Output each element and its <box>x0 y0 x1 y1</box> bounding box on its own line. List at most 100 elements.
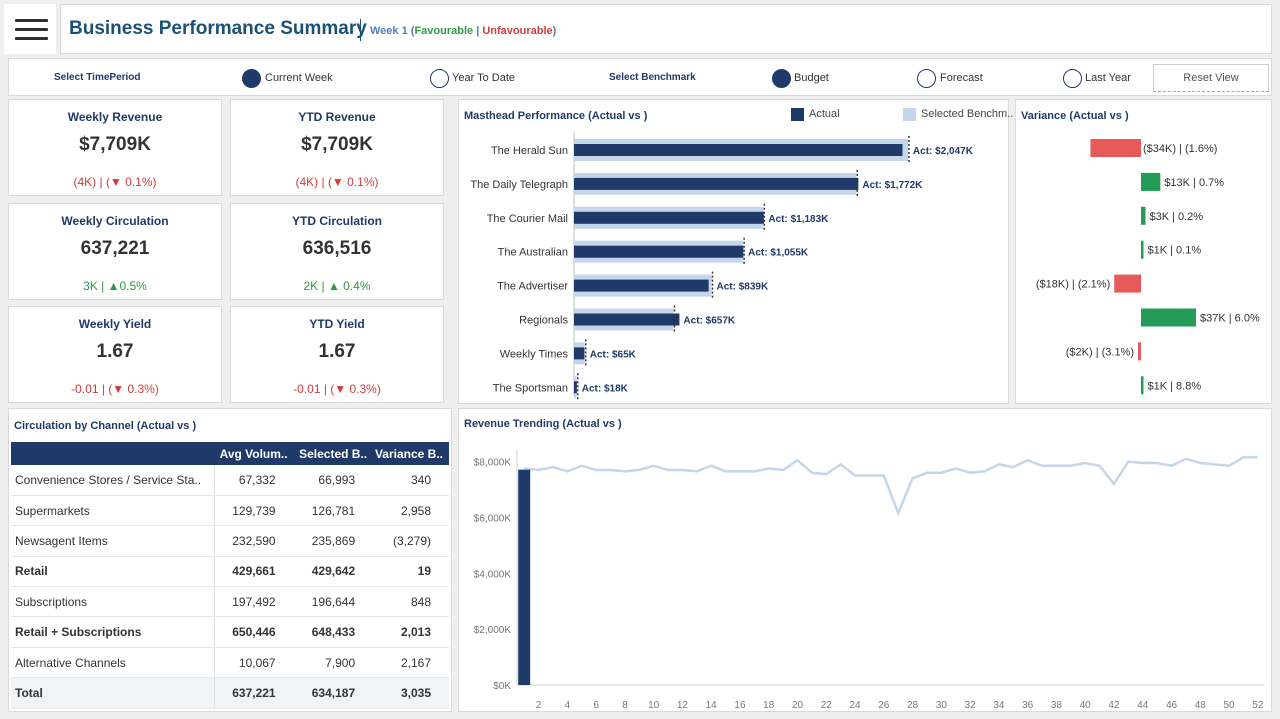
table-row[interactable]: Subscriptions 197,492 196,644 848 <box>11 586 449 618</box>
actual-data-label: Act: $1,183K <box>768 214 829 225</box>
kpi-label: YTD Circulation <box>291 214 382 228</box>
x-tick-label: 52 <box>1252 700 1264 711</box>
column-header-selected-benchmark[interactable]: Selected B.. <box>293 442 374 465</box>
table-row[interactable]: Alternative Channels 10,067 7,900 2,167 <box>11 647 449 679</box>
variance-cell: 19 <box>373 556 449 588</box>
variance-label: ($18K) | (2.1%) <box>1036 279 1110 291</box>
hamburger-icon <box>15 19 48 22</box>
radio-forecast-label[interactable]: Forecast <box>940 72 983 84</box>
radio-year-to-date-label[interactable]: Year To Date <box>452 72 515 84</box>
avg-volume-cell: 129,739 <box>214 495 294 527</box>
masthead-performance-chart: The Herald Sun Act: $2,047K The Daily Tele… <box>458 99 1013 404</box>
kpi-ytd-yield: YTD Yield 1.67 -0.01 | (▼ 0.3%) <box>230 306 444 403</box>
favourable-variance-bar <box>1141 240 1144 259</box>
masthead-category-label: The Sportsman <box>493 382 568 394</box>
masthead-category-label: Weekly Times <box>500 348 569 360</box>
kpi-value: $7,709K <box>301 134 373 155</box>
column-header-channel[interactable] <box>11 442 215 465</box>
table-header-row: Avg Volum.. Selected B.. Variance B.. <box>11 442 449 465</box>
channel-name-cell: Retail <box>11 556 215 588</box>
x-tick-label: 48 <box>1195 700 1207 711</box>
table-row[interactable]: Retail + Subscriptions 650,446 648,433 2,01… <box>11 616 449 648</box>
x-tick-label: 16 <box>734 700 746 711</box>
masthead-category-label: The Courier Mail <box>487 213 568 225</box>
channel-name-cell: Alternative Channels <box>11 647 215 679</box>
channel-name-cell: Retail + Subscriptions <box>11 616 215 648</box>
radio-last-year-label[interactable]: Last Year <box>1085 72 1131 84</box>
avg-volume-cell: 650,446 <box>214 616 294 648</box>
radio-year-to-date[interactable] <box>430 69 449 88</box>
x-tick-label: 10 <box>648 700 660 711</box>
kpi-variance: -0.01 | (▼ 0.3%) <box>71 382 159 396</box>
x-tick-label: 30 <box>936 700 948 711</box>
masthead-category-label: The Australian <box>498 247 568 259</box>
radio-current-week[interactable] <box>242 69 261 88</box>
y-tick-label: $8,000K <box>474 458 512 469</box>
radio-budget[interactable] <box>772 69 791 88</box>
table-row[interactable]: Supermarkets 129,739 126,781 2,958 <box>11 495 449 527</box>
kpi-label: Weekly Yield <box>78 317 152 331</box>
hamburger-icon-bar <box>15 28 48 31</box>
menu-button[interactable] <box>4 4 56 54</box>
table-row[interactable]: Total 637,221 634,187 3,035 <box>11 677 449 709</box>
variance-cell: 2,013 <box>373 616 449 648</box>
variance-label: ($34K) | (1.6%) <box>1143 143 1217 155</box>
x-tick-label: 12 <box>677 700 689 711</box>
benchmark-cell: 235,869 <box>293 525 374 557</box>
x-tick-label: 42 <box>1108 700 1120 711</box>
kpi-weekly-circulation: Weekly Circulation 637,221 3K | ▲0.5% <box>8 203 222 300</box>
unfavourable-variance-bar <box>1138 342 1141 361</box>
legend-actual-label: Actual <box>809 108 840 120</box>
x-tick-label: 36 <box>1022 700 1034 711</box>
kpi-label: YTD Yield <box>309 317 365 331</box>
favourable-label: Favourable <box>414 25 474 37</box>
table-row[interactable]: Newsagent Items 232,590 235,869 (3,279) <box>11 525 449 557</box>
masthead-category-label: The Herald Sun <box>491 145 568 157</box>
benchmark-cell: 66,993 <box>293 465 374 496</box>
channel-table: Avg Volum.. Selected B.. Variance B.. Co… <box>11 442 449 709</box>
radio-current-week-label[interactable]: Current Week <box>265 72 333 84</box>
variance-label: $3K | 0.2% <box>1149 211 1203 223</box>
table-row[interactable]: Convenience Stores / Service Sta.. 67,332… <box>11 465 449 496</box>
column-header-variance[interactable]: Variance B.. <box>373 442 449 465</box>
benchmark-cell: 196,644 <box>293 586 374 618</box>
variance-label: $1K | 0.1% <box>1148 245 1202 257</box>
x-tick-label: 26 <box>878 700 890 711</box>
radio-forecast[interactable] <box>917 69 936 88</box>
variance-cell: 340 <box>373 465 449 496</box>
x-tick-label: 50 <box>1223 700 1235 711</box>
actual-data-label: Act: $2,047K <box>913 146 974 157</box>
actual-data-label: Act: $657K <box>683 316 735 327</box>
radio-last-year[interactable] <box>1063 69 1082 88</box>
channel-name-cell: Total <box>11 677 215 709</box>
actual-bar <box>574 144 903 156</box>
channel-table-body: Convenience Stores / Service Sta.. 67,332… <box>11 465 449 709</box>
legend-benchmark-swatch <box>903 108 916 121</box>
avg-volume-cell: 10,067 <box>214 647 294 679</box>
variance-label: $13K | 0.7% <box>1164 177 1224 189</box>
legend-pipe: | <box>473 25 483 37</box>
channel-name-cell: Convenience Stores / Service Sta.. <box>11 465 215 496</box>
kpi-value: 637,221 <box>80 238 150 259</box>
channel-title: Circulation by Channel (Actual vs ) <box>14 420 197 432</box>
actual-data-label: Act: $18K <box>582 383 629 394</box>
avg-volume-cell: 67,332 <box>214 465 294 496</box>
week-indicator: Week 1 (Favourable | Unfavourable) <box>370 25 556 37</box>
variance-cell: 2,167 <box>373 647 449 679</box>
reset-view-button[interactable]: Reset View <box>1153 64 1269 92</box>
table-row[interactable]: Retail 429,661 429,642 19 <box>11 556 449 588</box>
legend-actual-swatch <box>791 108 804 121</box>
actual-data-label: Act: $1,772K <box>862 180 923 191</box>
column-header-avg-volume[interactable]: Avg Volum.. <box>214 442 294 465</box>
x-tick-label: 22 <box>821 700 833 711</box>
kpi-variance: 3K | ▲0.5% <box>83 279 147 293</box>
variance-label: $37K | 6.0% <box>1200 313 1260 325</box>
radio-budget-label[interactable]: Budget <box>794 72 829 84</box>
x-tick-label: 18 <box>763 700 775 711</box>
kpi-ytd-revenue: YTD Revenue $7,709K (4K) | (▼ 0.1%) <box>230 99 444 196</box>
y-tick-label: $0K <box>493 681 511 692</box>
variance-label: $1K | 8.8% <box>1148 380 1202 392</box>
actual-bar <box>574 245 744 258</box>
favourable-variance-bar <box>1141 206 1146 225</box>
variance-svg: ($34K) | (1.6%) $13K | 0.7% $3K | 0.2% $1K … <box>1036 139 1260 395</box>
